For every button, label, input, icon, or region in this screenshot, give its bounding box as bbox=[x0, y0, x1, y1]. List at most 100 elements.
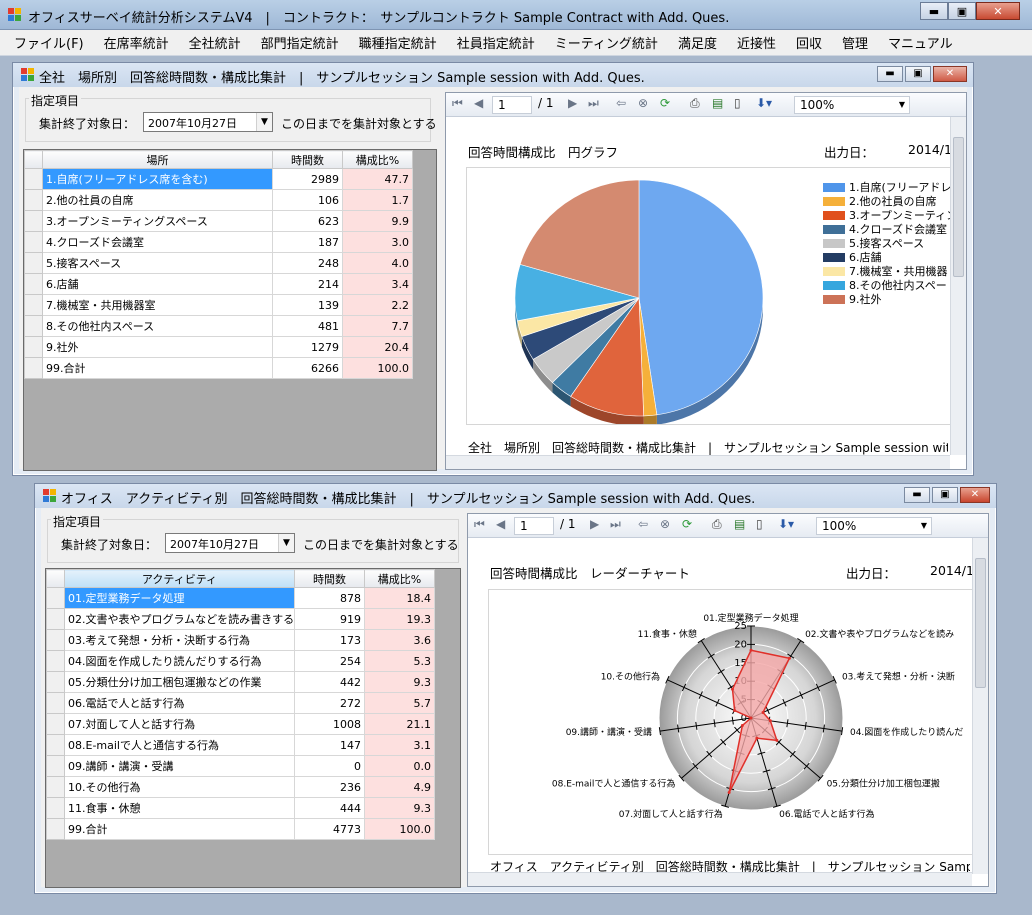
table-row[interactable]: 7.機械室・共用機器室 139 2.2 bbox=[24, 294, 413, 316]
table-row[interactable]: 3.オープンミーティングスペース 623 9.9 bbox=[24, 210, 413, 232]
ratio-cell[interactable]: 21.1 bbox=[364, 713, 435, 735]
row-header[interactable] bbox=[46, 671, 65, 693]
table-row[interactable]: 9.社外 1279 20.4 bbox=[24, 336, 413, 358]
name-cell[interactable]: 7.機械室・共用機器室 bbox=[42, 294, 273, 316]
table-row[interactable]: 4.クローズド会議室 187 3.0 bbox=[24, 231, 413, 253]
row-header[interactable] bbox=[46, 692, 65, 714]
name-cell[interactable]: 99.合計 bbox=[42, 357, 273, 379]
print-icon[interactable]: ⎙ bbox=[712, 518, 722, 530]
ratio-cell[interactable]: 3.0 bbox=[342, 231, 413, 253]
name-cell[interactable]: 99.合計 bbox=[64, 818, 295, 840]
table-row[interactable]: 08.E-mailで人と通信する行為 147 3.1 bbox=[46, 734, 435, 756]
name-cell[interactable]: 4.クローズド会議室 bbox=[42, 231, 273, 253]
ratio-cell[interactable]: 3.6 bbox=[364, 629, 435, 651]
ratio-cell[interactable]: 100.0 bbox=[342, 357, 413, 379]
print-icon[interactable]: ⎙ bbox=[690, 97, 700, 109]
table-row[interactable]: 10.その他行為 236 4.9 bbox=[46, 776, 435, 798]
hours-cell[interactable]: 878 bbox=[294, 587, 365, 609]
last-page-icon[interactable]: ⏭ bbox=[588, 97, 599, 109]
hours-cell[interactable]: 214 bbox=[272, 273, 343, 295]
name-cell[interactable]: 05.分類仕分け加工梱包運搬などの作業 bbox=[64, 671, 295, 693]
hours-cell[interactable]: 442 bbox=[294, 671, 365, 693]
zoom-select[interactable]: 100% ▼ bbox=[794, 96, 910, 114]
table-row[interactable]: 06.電話で人と話す行為 272 5.7 bbox=[46, 692, 435, 714]
row-header[interactable] bbox=[24, 168, 43, 190]
row-header[interactable] bbox=[24, 357, 43, 379]
export-icon[interactable]: ⬇▾ bbox=[778, 518, 794, 530]
row-header[interactable] bbox=[46, 629, 65, 651]
menu-proximity[interactable]: 近接性 bbox=[737, 33, 776, 52]
menu-meeting[interactable]: ミーティング統計 bbox=[555, 33, 658, 52]
ratio-cell[interactable]: 5.3 bbox=[364, 650, 435, 672]
ratio-cell[interactable]: 5.7 bbox=[364, 692, 435, 714]
page-setup-icon[interactable]: ▯ bbox=[756, 518, 763, 530]
hours-cell[interactable]: 0 bbox=[294, 755, 365, 777]
prev-page-icon[interactable]: ◀ bbox=[474, 97, 483, 109]
ratio-cell[interactable]: 100.0 bbox=[364, 818, 435, 840]
column-header[interactable]: アクティビティ bbox=[64, 569, 295, 588]
column-header[interactable]: 構成比% bbox=[342, 150, 413, 169]
hours-cell[interactable]: 254 bbox=[294, 650, 365, 672]
menu-collection[interactable]: 回収 bbox=[796, 33, 822, 52]
maximize-icon[interactable]: ▣ bbox=[948, 2, 976, 20]
column-header[interactable]: 場所 bbox=[42, 150, 273, 169]
hours-cell[interactable]: 4773 bbox=[294, 818, 365, 840]
first-page-icon[interactable]: ⏮ bbox=[474, 518, 485, 530]
date-dropdown[interactable]: 2007年10月27日 ▼ bbox=[165, 533, 295, 553]
ratio-cell[interactable]: 4.9 bbox=[364, 776, 435, 798]
name-cell[interactable]: 11.食事・休憩 bbox=[64, 797, 295, 819]
vertical-scrollbar[interactable] bbox=[972, 538, 988, 874]
column-header[interactable]: 構成比% bbox=[364, 569, 435, 588]
close-icon[interactable]: ✕ bbox=[976, 2, 1020, 20]
table-row[interactable]: 8.その他社内スペース 481 7.7 bbox=[24, 315, 413, 337]
menu-company[interactable]: 全社統計 bbox=[189, 33, 241, 52]
menu-job-type[interactable]: 職種指定統計 bbox=[359, 33, 437, 52]
menu-file[interactable]: ファイル(F) bbox=[14, 33, 84, 52]
row-header[interactable] bbox=[46, 797, 65, 819]
row-header[interactable] bbox=[24, 336, 43, 358]
ratio-cell[interactable]: 20.4 bbox=[342, 336, 413, 358]
table-row[interactable]: 99.合計 4773 100.0 bbox=[46, 818, 435, 840]
minimize-icon[interactable]: ▬ bbox=[904, 487, 930, 503]
ratio-cell[interactable]: 2.2 bbox=[342, 294, 413, 316]
stop-icon[interactable]: ⊗ bbox=[638, 97, 648, 109]
back-icon[interactable]: ⇦ bbox=[616, 97, 626, 109]
row-header[interactable] bbox=[24, 273, 43, 295]
ratio-cell[interactable]: 9.3 bbox=[364, 671, 435, 693]
hours-cell[interactable]: 2989 bbox=[272, 168, 343, 190]
row-header[interactable] bbox=[46, 755, 65, 777]
back-icon[interactable]: ⇦ bbox=[638, 518, 648, 530]
row-header[interactable] bbox=[24, 210, 43, 232]
row-header[interactable] bbox=[46, 776, 65, 798]
name-cell[interactable]: 04.図面を作成したり読んだりする行為 bbox=[64, 650, 295, 672]
table-row[interactable]: 99.合計 6266 100.0 bbox=[24, 357, 413, 379]
name-cell[interactable]: 9.社外 bbox=[42, 336, 273, 358]
horizontal-scrollbar[interactable] bbox=[446, 455, 950, 469]
name-cell[interactable]: 1.自席(フリーアドレス席を含む) bbox=[42, 168, 273, 190]
table-row[interactable]: 05.分類仕分け加工梱包運搬などの作業 442 9.3 bbox=[46, 671, 435, 693]
ratio-cell[interactable]: 9.3 bbox=[364, 797, 435, 819]
minimize-icon[interactable]: ▬ bbox=[920, 2, 948, 20]
name-cell[interactable]: 2.他の社員の自席 bbox=[42, 189, 273, 211]
menu-department[interactable]: 部門指定統計 bbox=[261, 33, 339, 52]
row-header[interactable] bbox=[46, 650, 65, 672]
menu-admin[interactable]: 管理 bbox=[842, 33, 868, 52]
date-dropdown[interactable]: 2007年10月27日 ▼ bbox=[143, 112, 273, 132]
row-header[interactable] bbox=[46, 734, 65, 756]
hours-cell[interactable]: 1008 bbox=[294, 713, 365, 735]
table-row[interactable]: 5.接客スペース 248 4.0 bbox=[24, 252, 413, 274]
menu-satisfaction[interactable]: 満足度 bbox=[678, 33, 717, 52]
hours-cell[interactable]: 236 bbox=[294, 776, 365, 798]
ratio-cell[interactable]: 47.7 bbox=[342, 168, 413, 190]
refresh-icon[interactable]: ⟳ bbox=[682, 518, 692, 530]
next-page-icon[interactable]: ▶ bbox=[568, 97, 577, 109]
restore-icon[interactable]: ▣ bbox=[932, 487, 958, 503]
table-row[interactable]: 6.店舗 214 3.4 bbox=[24, 273, 413, 295]
hours-cell[interactable]: 1279 bbox=[272, 336, 343, 358]
hours-cell[interactable]: 6266 bbox=[272, 357, 343, 379]
hours-cell[interactable]: 272 bbox=[294, 692, 365, 714]
hours-cell[interactable]: 187 bbox=[272, 231, 343, 253]
close-icon[interactable]: ✕ bbox=[933, 66, 967, 82]
export-icon[interactable]: ⬇▾ bbox=[756, 97, 772, 109]
column-header[interactable]: 時間数 bbox=[294, 569, 365, 588]
